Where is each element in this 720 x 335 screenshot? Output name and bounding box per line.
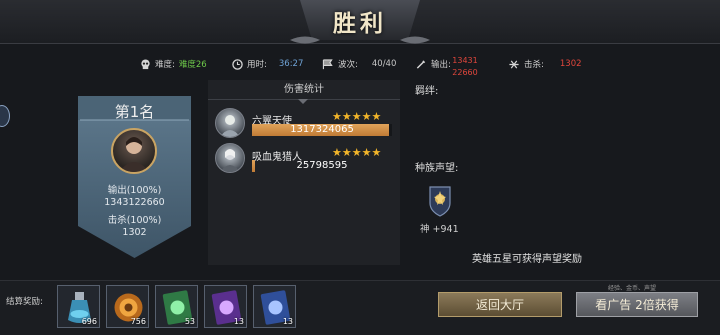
- mvp-rank: 第1名: [114, 103, 155, 121]
- chevron-down-icon: [298, 99, 308, 104]
- ornament-right: [400, 36, 430, 44]
- stat-difficulty-value: 难度26: [178, 60, 207, 70]
- stat-waves-value: 40/40: [371, 59, 397, 69]
- stat-kills-value: 1302: [559, 59, 582, 69]
- side-expand-tab[interactable]: [0, 105, 10, 127]
- skull-icon: [141, 58, 150, 69]
- stat-kills-label: 击杀:: [524, 60, 544, 70]
- damage-stats-panel: [208, 80, 400, 265]
- god-race-shield-icon: [429, 186, 451, 217]
- reward-item-potion[interactable]: 696: [57, 285, 100, 328]
- mvp-hero-portrait: [111, 128, 157, 174]
- reward-label: 结算奖励:: [6, 297, 43, 307]
- hero-damage-bar-2: 25798595: [252, 160, 392, 172]
- mvp-kills-label: 击杀(100%): [107, 215, 162, 226]
- bond-label: 羁绊:: [415, 86, 439, 97]
- reward-item-blue-card[interactable]: 13: [253, 285, 296, 328]
- watch-ad-double-button[interactable]: 看广告 2倍获得: [576, 292, 698, 317]
- stat-time-value: 36:27: [278, 59, 304, 69]
- hero-damage-value-1: 1317324065: [290, 124, 354, 135]
- mvp-kills-value: 1302: [122, 227, 147, 238]
- hero-stars-2: ★★★★★: [332, 146, 382, 159]
- mvp-damage-value: 1343122660: [104, 197, 165, 208]
- reward-count-green-card: 53: [184, 317, 195, 326]
- mvp-damage-label: 输出(100%): [107, 185, 162, 196]
- stat-difficulty: 难度: 难度26: [140, 58, 207, 70]
- stat-output-label: 输出:: [431, 60, 451, 70]
- reward-item-green-card[interactable]: 53: [155, 285, 198, 328]
- reputation-label: 种族声望:: [415, 163, 459, 174]
- ornament-left: [290, 36, 320, 44]
- reward-count-potion: 696: [81, 317, 97, 326]
- crossbow-icon: [509, 59, 519, 69]
- return-lobby-button[interactable]: 返回大厅: [438, 292, 562, 317]
- sword-icon: [416, 59, 426, 69]
- damage-stats-title: 伤害统计: [208, 80, 400, 100]
- stat-waves-label: 波次:: [338, 60, 358, 70]
- reward-item-purple-card[interactable]: 13: [204, 285, 247, 328]
- reward-count-purple-card: 13: [233, 317, 244, 326]
- reputation-reward-note: 英雄五星可获得声望奖励: [472, 254, 582, 265]
- stat-difficulty-label: 难度:: [155, 60, 175, 70]
- hero-avatar-1[interactable]: [215, 108, 245, 138]
- stat-time: 用时: 36:27: [232, 58, 303, 70]
- reward-count-medal: 756: [130, 317, 146, 326]
- hero-damage-bar-1: 1317324065: [252, 124, 392, 136]
- reward-item-medal[interactable]: 756: [106, 285, 149, 328]
- hero-avatar-2[interactable]: [215, 143, 245, 173]
- stat-time-label: 用时:: [247, 60, 267, 70]
- reward-count-blue-card: 13: [282, 317, 293, 326]
- stat-output-value: 1343122660: [452, 56, 478, 77]
- hero-damage-value-2: 25798595: [296, 160, 348, 171]
- reputation-gain: 神 +941: [420, 224, 459, 235]
- hero-stars-1: ★★★★★: [332, 110, 382, 123]
- stat-output: 输出:: [415, 58, 451, 70]
- stat-waves: 波次: 40/40: [322, 58, 396, 70]
- clock-icon: [232, 58, 243, 70]
- stat-kills: 击杀: 1302: [508, 58, 582, 70]
- ad-reward-tip: 经验、金币、声望: [608, 285, 657, 292]
- flag-icon: [322, 58, 333, 69]
